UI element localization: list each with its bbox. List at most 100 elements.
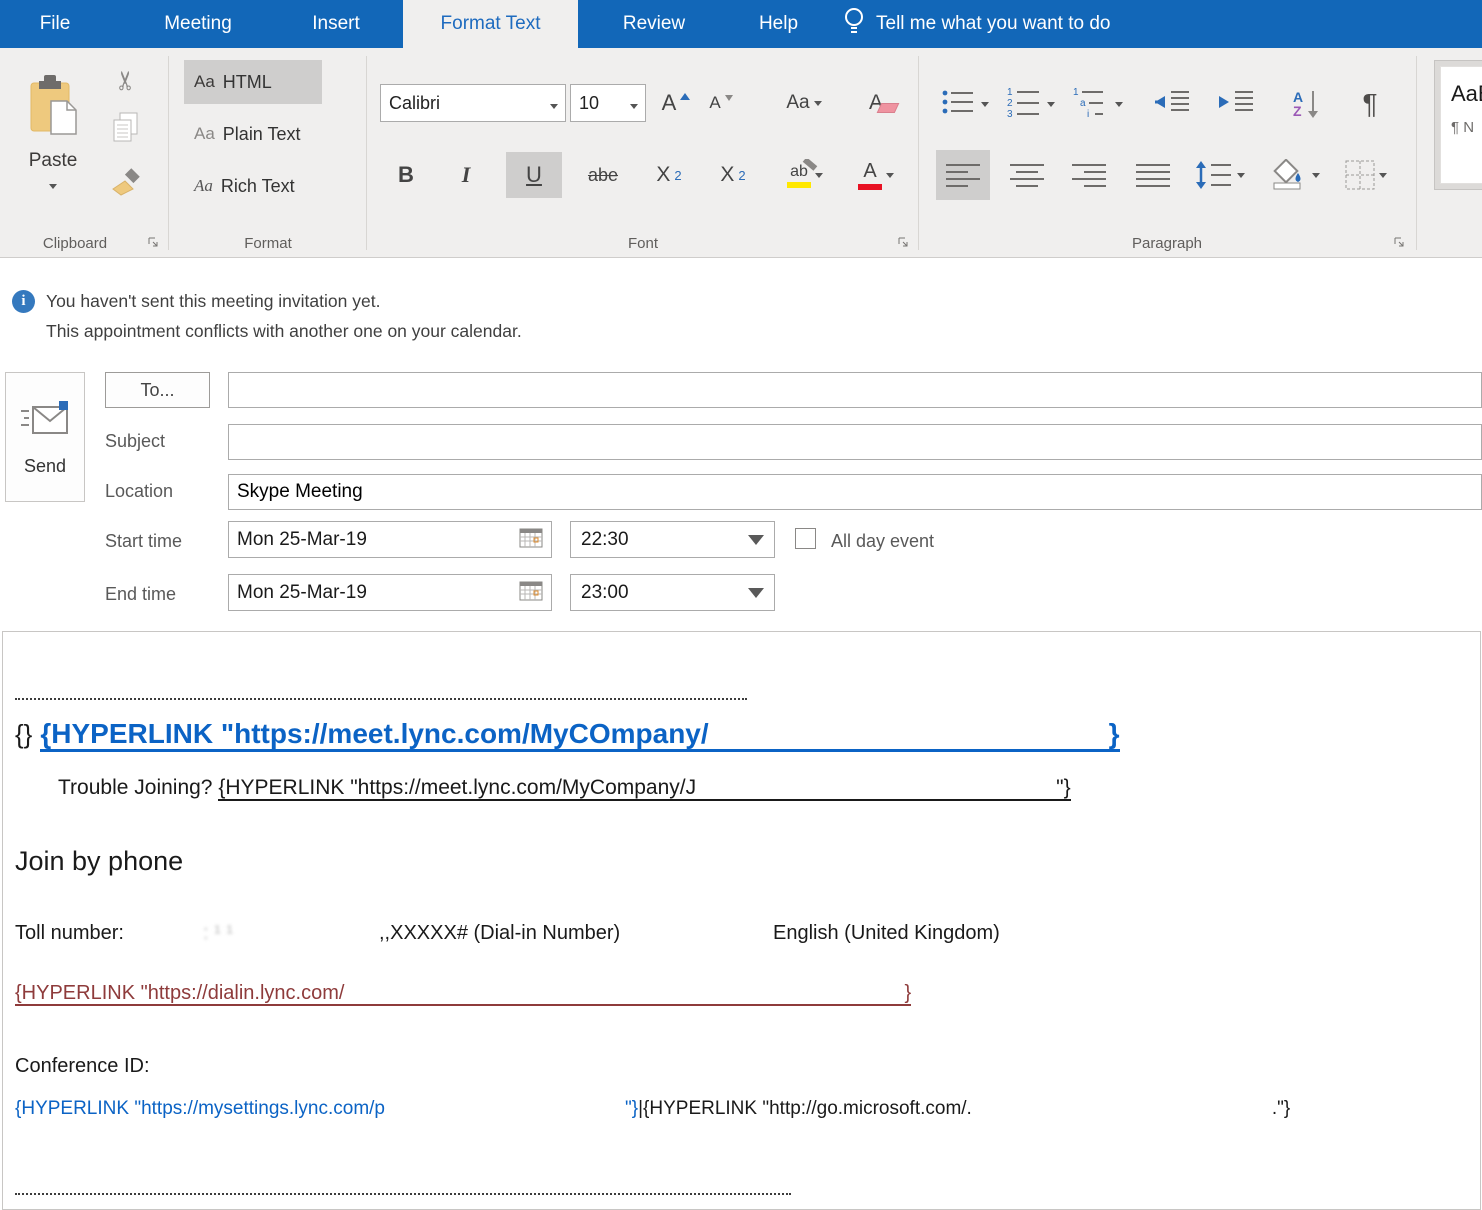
align-left-button[interactable] bbox=[936, 150, 990, 200]
decrease-indent-button[interactable] bbox=[1150, 84, 1194, 124]
bullets-button[interactable] bbox=[936, 84, 994, 124]
aa-plain-icon: Aa bbox=[194, 124, 215, 143]
redacted-url-segment bbox=[972, 1113, 1272, 1114]
sort-arrow-icon bbox=[1308, 91, 1319, 118]
borders-caret bbox=[1379, 172, 1387, 178]
shading-button[interactable] bbox=[1262, 150, 1326, 200]
tab-file[interactable]: File bbox=[20, 0, 90, 48]
to-input[interactable] bbox=[228, 372, 1482, 408]
subscript-button[interactable]: X 2 bbox=[644, 152, 694, 198]
numbering-button[interactable]: 1 2 3 bbox=[1002, 84, 1060, 124]
dotted-separator-top bbox=[15, 698, 747, 700]
subscript-2: 2 bbox=[674, 167, 682, 183]
shading-icon bbox=[1273, 159, 1301, 190]
shrink-font-button[interactable]: A bbox=[702, 84, 740, 122]
paste-clipboard-icon bbox=[25, 73, 81, 144]
bold-icon: B bbox=[398, 162, 414, 187]
tab-insert[interactable]: Insert bbox=[302, 0, 370, 48]
send-button[interactable]: Send bbox=[5, 372, 85, 502]
clear-formatting-button[interactable]: A bbox=[852, 84, 900, 122]
tab-help[interactable]: Help bbox=[751, 0, 806, 48]
end-time-caret bbox=[748, 587, 764, 598]
increase-indent-button[interactable] bbox=[1214, 84, 1258, 124]
paste-dropdown-caret[interactable] bbox=[49, 184, 57, 189]
copy-button[interactable] bbox=[106, 110, 146, 150]
grow-font-icon: A bbox=[661, 90, 677, 115]
superscript-button[interactable]: X 2 bbox=[708, 152, 758, 198]
end-time-combo[interactable]: 23:00 bbox=[570, 574, 775, 611]
paragraph-dialog-launcher[interactable] bbox=[1392, 235, 1407, 250]
forgot-pin-link[interactable]: {HYPERLINK "https://mysettings.lync.com/… bbox=[15, 1098, 638, 1119]
ribbon: Paste ✂ Clipboard Aa HTML Aa Plain Text … bbox=[0, 48, 1482, 258]
paste-button[interactable]: Paste bbox=[12, 56, 94, 206]
align-center-icon bbox=[1010, 164, 1044, 187]
cut-button[interactable]: ✂ bbox=[106, 62, 146, 98]
svg-text:1: 1 bbox=[1007, 87, 1013, 98]
font-name-combo[interactable]: Calibri bbox=[380, 84, 566, 122]
redacted-url-segment bbox=[344, 998, 904, 999]
line-spacing-icon bbox=[1196, 161, 1231, 189]
info-line-2: This appointment conflicts with another … bbox=[46, 321, 522, 341]
numbering-icon: 1 2 3 bbox=[1007, 87, 1043, 122]
grow-font-button[interactable]: A bbox=[656, 84, 696, 122]
tab-meeting[interactable]: Meeting bbox=[150, 0, 246, 48]
format-rich-button[interactable]: Aa Rich Text bbox=[184, 164, 322, 208]
format-html-button[interactable]: Aa HTML bbox=[184, 60, 322, 104]
italic-button[interactable]: I bbox=[446, 152, 486, 198]
styles-gallery[interactable]: AaB ¶ N bbox=[1434, 60, 1482, 190]
borders-button[interactable] bbox=[1336, 150, 1396, 200]
align-center-button[interactable] bbox=[1000, 150, 1054, 200]
to-button[interactable]: To... bbox=[105, 372, 210, 408]
find-local-number-link[interactable]: {HYPERLINK "https://dialin.lync.com/} bbox=[15, 982, 912, 1006]
help-link[interactable]: {HYPERLINK "http://go.microsoft.com/. ."} bbox=[643, 1098, 1290, 1119]
aa-rich-icon: Aa bbox=[194, 176, 213, 195]
change-case-button[interactable]: Aa bbox=[776, 84, 832, 122]
end-date-input[interactable]: Mon 25-Mar-19 bbox=[228, 574, 552, 611]
multilevel-list-button[interactable]: 1 a i bbox=[1068, 84, 1128, 124]
paragraph-group-label: Paragraph bbox=[1131, 235, 1203, 252]
try-skype-web-app-link[interactable]: {HYPERLINK "https://meet.lync.com/MyComp… bbox=[218, 776, 1071, 801]
lightbulb-icon bbox=[843, 6, 865, 42]
start-date-calendar-icon[interactable] bbox=[519, 526, 543, 554]
align-right-button[interactable] bbox=[1062, 150, 1116, 200]
location-input[interactable]: Skype Meeting bbox=[228, 474, 1482, 510]
subject-input[interactable] bbox=[228, 424, 1482, 460]
sort-az-icon: A Z bbox=[1292, 89, 1304, 119]
redacted-phone-number: : ¹ ¹ bbox=[203, 922, 233, 944]
end-date-calendar-icon[interactable] bbox=[519, 579, 543, 607]
format-painter-button[interactable] bbox=[106, 164, 146, 204]
all-day-label: All day event bbox=[831, 531, 935, 551]
tab-review[interactable]: Review bbox=[614, 0, 694, 48]
text-highlight-button[interactable]: ab bbox=[774, 152, 836, 198]
bold-button[interactable]: B bbox=[384, 152, 428, 198]
paste-label: Paste bbox=[28, 150, 78, 171]
decrease-indent-icon bbox=[1153, 88, 1191, 121]
show-paragraph-marks-button[interactable]: ¶ bbox=[1350, 84, 1390, 124]
justify-button[interactable] bbox=[1126, 150, 1180, 200]
start-time-value: 22:30 bbox=[581, 528, 629, 550]
font-dialog-launcher[interactable] bbox=[896, 235, 911, 250]
bullets-caret bbox=[981, 101, 989, 107]
all-day-checkbox[interactable] bbox=[795, 528, 816, 549]
underline-button[interactable]: U bbox=[506, 152, 562, 198]
strikethrough-button[interactable]: abe bbox=[574, 152, 632, 198]
end-time-value: 23:00 bbox=[581, 581, 629, 603]
copy-icon bbox=[111, 111, 141, 150]
start-time-combo[interactable]: 22:30 bbox=[570, 521, 775, 558]
conference-id-label: Conference ID: bbox=[15, 1055, 150, 1077]
trouble-joining-line: Trouble Joining? {HYPERLINK "https://mee… bbox=[58, 776, 1071, 801]
highlight-icon: ab bbox=[787, 158, 818, 188]
font-color-icon: A bbox=[858, 160, 882, 190]
join-skype-meeting-link[interactable]: {HYPERLINK "https://meet.lync.com/MyCOmp… bbox=[40, 718, 1120, 752]
format-plain-button[interactable]: Aa Plain Text bbox=[184, 112, 322, 156]
font-color-button[interactable]: A bbox=[846, 152, 906, 198]
font-size-combo[interactable]: 10 bbox=[570, 84, 646, 122]
message-body[interactable]: {} {HYPERLINK "https://meet.lync.com/MyCO… bbox=[2, 631, 1481, 1210]
clipboard-dialog-launcher[interactable] bbox=[146, 235, 161, 250]
line-spacing-button[interactable] bbox=[1190, 150, 1250, 200]
tell-me-label: Tell me what you want to do bbox=[876, 13, 1111, 34]
tell-me-box[interactable]: Tell me what you want to do bbox=[843, 0, 1110, 48]
sort-button[interactable]: A Z bbox=[1282, 84, 1330, 124]
tab-format-text[interactable]: Format Text bbox=[403, 0, 578, 48]
start-date-input[interactable]: Mon 25-Mar-19 bbox=[228, 521, 552, 558]
